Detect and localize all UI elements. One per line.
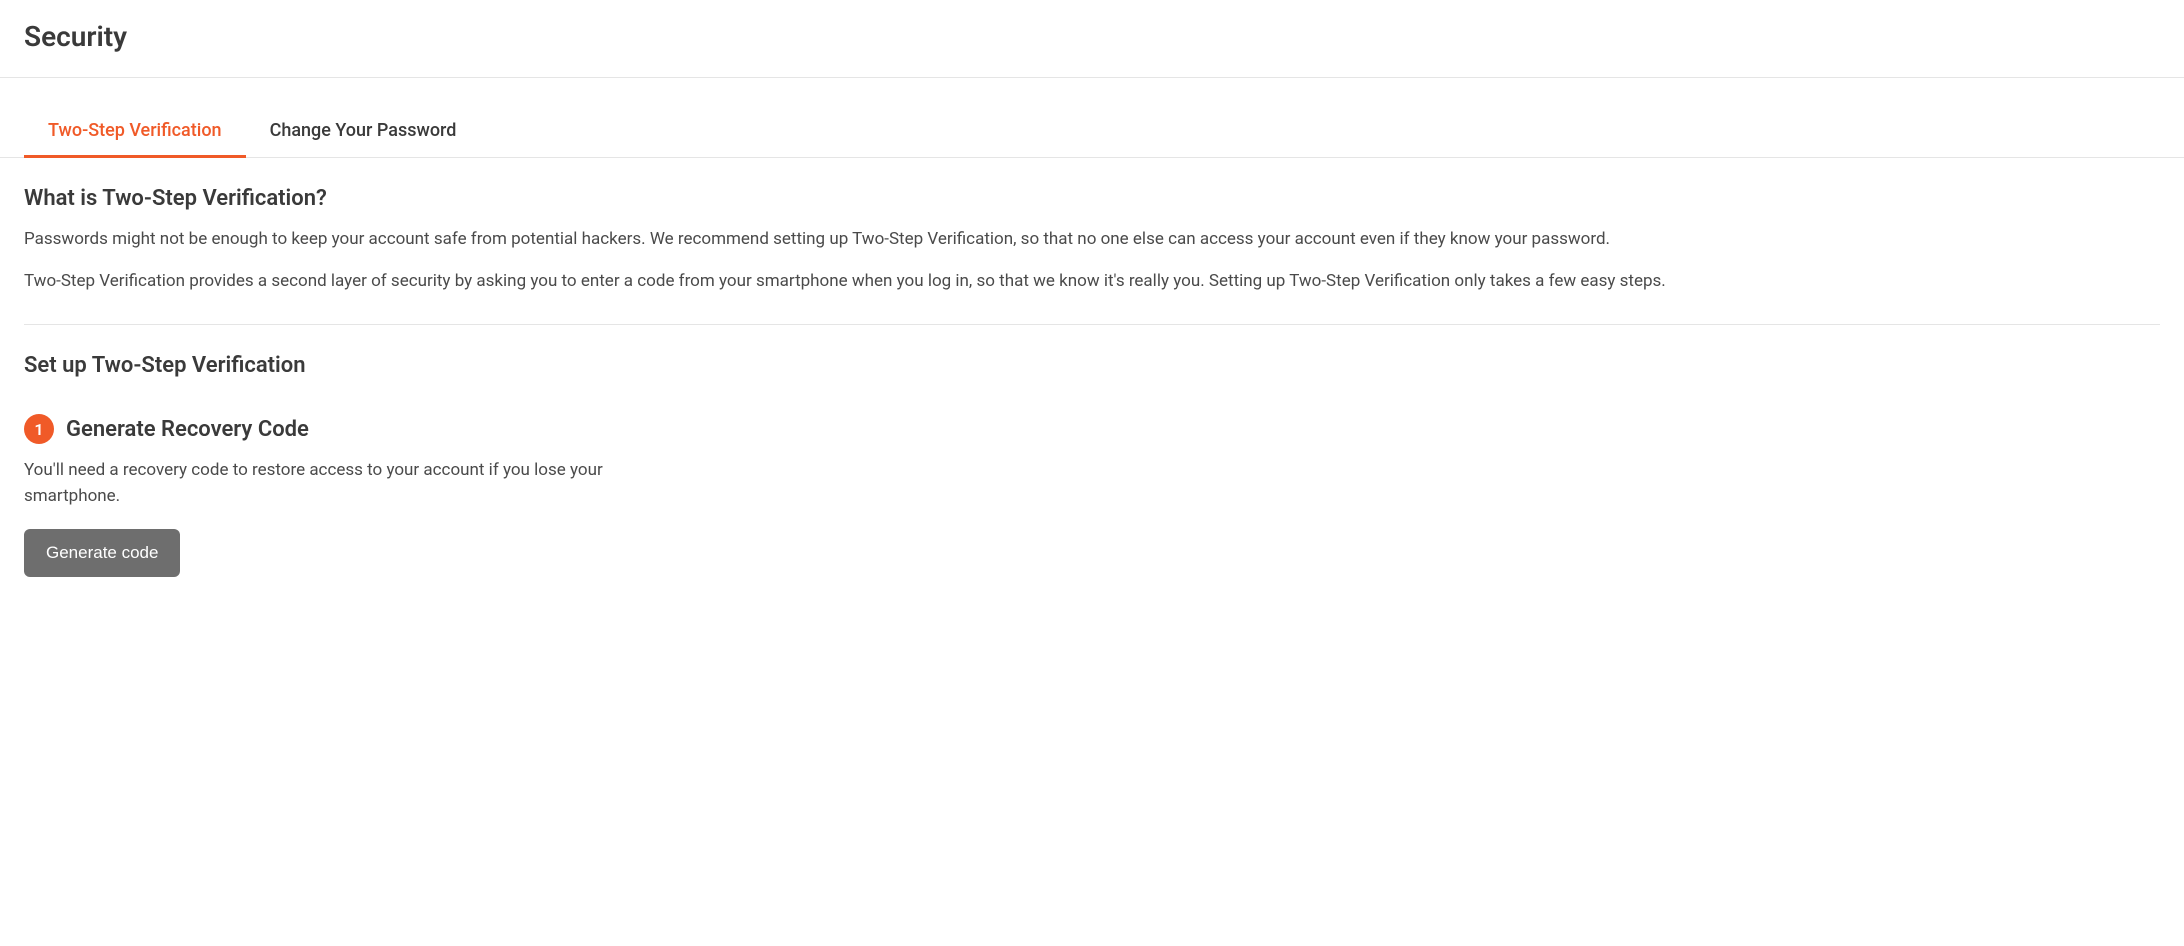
tab-change-password[interactable]: Change Your Password	[246, 106, 481, 158]
intro-heading: What is Two-Step Verification?	[24, 186, 2160, 211]
tabs: Two-Step Verification Change Your Passwo…	[0, 106, 2184, 158]
step-1-header: 1 Generate Recovery Code	[24, 414, 2160, 444]
intro-paragraph-1: Passwords might not be enough to keep yo…	[24, 227, 2160, 253]
step-1-title: Generate Recovery Code	[66, 417, 309, 442]
page-title: Security	[24, 20, 2160, 53]
tab-two-step-verification[interactable]: Two-Step Verification	[24, 106, 246, 158]
setup-heading: Set up Two-Step Verification	[24, 353, 2160, 378]
content: What is Two-Step Verification? Passwords…	[0, 158, 2184, 605]
generate-code-button[interactable]: Generate code	[24, 529, 180, 577]
intro-paragraph-2: Two-Step Verification provides a second …	[24, 269, 2160, 295]
divider	[24, 324, 2160, 325]
page-header: Security	[0, 0, 2184, 78]
step-number-badge: 1	[24, 414, 54, 444]
step-1-description: You'll need a recovery code to restore a…	[24, 458, 684, 509]
